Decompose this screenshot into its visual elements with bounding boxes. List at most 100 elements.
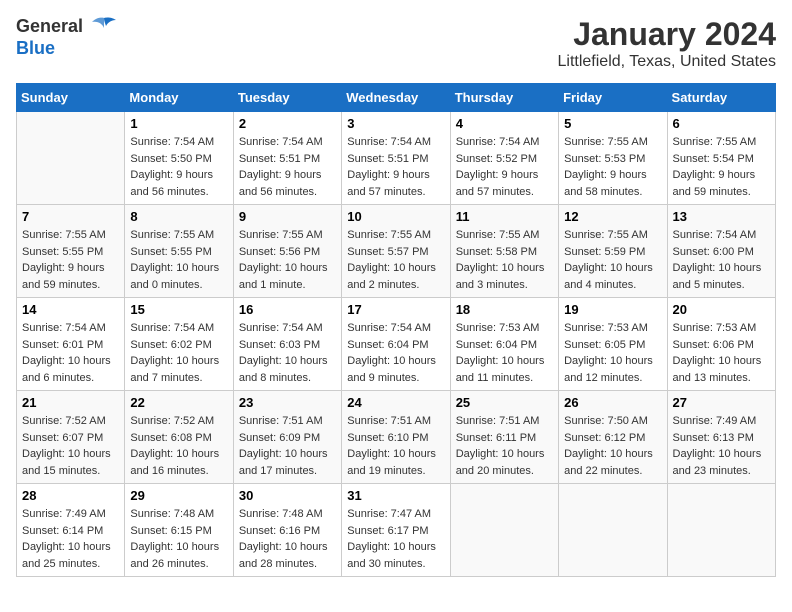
day-number: 20 xyxy=(673,302,770,317)
cell-content: Sunrise: 7:55 AMSunset: 5:58 PMDaylight:… xyxy=(456,227,553,293)
day-number: 11 xyxy=(456,209,553,224)
page-header: General Blue January 2024 Littlefield, T… xyxy=(16,16,776,71)
calendar-cell xyxy=(559,484,667,577)
day-number: 6 xyxy=(673,116,770,131)
calendar-cell: 23 Sunrise: 7:51 AMSunset: 6:09 PMDayligh… xyxy=(233,391,341,484)
cell-content: Sunrise: 7:50 AMSunset: 6:12 PMDaylight:… xyxy=(564,413,661,479)
weekday-header-row: SundayMondayTuesdayWednesdayThursdayFrid… xyxy=(17,84,776,112)
cell-content: Sunrise: 7:53 AMSunset: 6:04 PMDaylight:… xyxy=(456,320,553,386)
calendar-week-row: 14Sunrise: 7:54 AMSunset: 6:01 PMDayligh… xyxy=(17,298,776,391)
calendar-title: January 2024 xyxy=(558,16,777,53)
calendar-cell xyxy=(450,484,558,577)
calendar-cell: 1 Sunrise: 7:54 AMSunset: 5:50 PMDaylight… xyxy=(125,112,233,205)
cell-content: Sunrise: 7:54 AMSunset: 5:51 PMDaylight:… xyxy=(239,134,336,200)
title-block: January 2024 Littlefield, Texas, United … xyxy=(558,16,777,71)
day-number: 17 xyxy=(347,302,444,317)
weekday-header-thursday: Thursday xyxy=(450,84,558,112)
day-number: 18 xyxy=(456,302,553,317)
calendar-subtitle: Littlefield, Texas, United States xyxy=(558,53,777,71)
day-number: 29 xyxy=(130,488,227,503)
calendar-cell: 18 Sunrise: 7:53 AMSunset: 6:04 PMDayligh… xyxy=(450,298,558,391)
calendar-cell xyxy=(667,484,775,577)
day-number: 25 xyxy=(456,395,553,410)
calendar-cell: 19Sunrise: 7:53 AMSunset: 6:05 PMDayligh… xyxy=(559,298,667,391)
cell-content: Sunrise: 7:55 AMSunset: 5:56 PMDaylight:… xyxy=(239,227,336,293)
cell-content: Sunrise: 7:51 AMSunset: 6:09 PMDaylight:… xyxy=(239,413,336,479)
calendar-cell: 25 Sunrise: 7:51 AMSunset: 6:11 PMDayligh… xyxy=(450,391,558,484)
cell-content: Sunrise: 7:54 AMSunset: 6:01 PMDaylight:… xyxy=(22,320,119,386)
calendar-week-row: 21 Sunrise: 7:52 AMSunset: 6:07 PMDayligh… xyxy=(17,391,776,484)
day-number: 12 xyxy=(564,209,661,224)
logo-blue-text: Blue xyxy=(16,38,118,60)
calendar-week-row: 7 Sunrise: 7:55 AMSunset: 5:55 PMDaylight… xyxy=(17,205,776,298)
day-number: 15 xyxy=(130,302,227,317)
logo-bird-icon xyxy=(90,16,118,38)
calendar-cell: 5Sunrise: 7:55 AMSunset: 5:53 PMDaylight… xyxy=(559,112,667,205)
cell-content: Sunrise: 7:51 AMSunset: 6:11 PMDaylight:… xyxy=(456,413,553,479)
cell-content: Sunrise: 7:54 AMSunset: 6:02 PMDaylight:… xyxy=(130,320,227,386)
day-number: 31 xyxy=(347,488,444,503)
logo: General Blue xyxy=(16,16,118,60)
calendar-cell: 30Sunrise: 7:48 AMSunset: 6:16 PMDayligh… xyxy=(233,484,341,577)
cell-content: Sunrise: 7:48 AMSunset: 6:16 PMDaylight:… xyxy=(239,506,336,572)
cell-content: Sunrise: 7:54 AMSunset: 5:50 PMDaylight:… xyxy=(130,134,227,200)
calendar-cell: 24 Sunrise: 7:51 AMSunset: 6:10 PMDayligh… xyxy=(342,391,450,484)
cell-content: Sunrise: 7:55 AMSunset: 5:55 PMDaylight:… xyxy=(22,227,119,293)
calendar-week-row: 1 Sunrise: 7:54 AMSunset: 5:50 PMDaylight… xyxy=(17,112,776,205)
day-number: 1 xyxy=(130,116,227,131)
calendar-cell: 12 Sunrise: 7:55 AMSunset: 5:59 PMDayligh… xyxy=(559,205,667,298)
calendar-cell: 26 Sunrise: 7:50 AMSunset: 6:12 PMDayligh… xyxy=(559,391,667,484)
calendar-cell: 3Sunrise: 7:54 AMSunset: 5:51 PMDaylight… xyxy=(342,112,450,205)
calendar-week-row: 28 Sunrise: 7:49 AMSunset: 6:14 PMDayligh… xyxy=(17,484,776,577)
calendar-cell: 21 Sunrise: 7:52 AMSunset: 6:07 PMDayligh… xyxy=(17,391,125,484)
day-number: 7 xyxy=(22,209,119,224)
cell-content: Sunrise: 7:52 AMSunset: 6:08 PMDaylight:… xyxy=(130,413,227,479)
cell-content: Sunrise: 7:55 AMSunset: 5:53 PMDaylight:… xyxy=(564,134,661,200)
day-number: 21 xyxy=(22,395,119,410)
calendar-cell: 2Sunrise: 7:54 AMSunset: 5:51 PMDaylight… xyxy=(233,112,341,205)
calendar-cell: 15 Sunrise: 7:54 AMSunset: 6:02 PMDayligh… xyxy=(125,298,233,391)
cell-content: Sunrise: 7:51 AMSunset: 6:10 PMDaylight:… xyxy=(347,413,444,479)
day-number: 10 xyxy=(347,209,444,224)
cell-content: Sunrise: 7:55 AMSunset: 5:55 PMDaylight:… xyxy=(130,227,227,293)
calendar-cell xyxy=(17,112,125,205)
day-number: 27 xyxy=(673,395,770,410)
weekday-header-wednesday: Wednesday xyxy=(342,84,450,112)
calendar-cell: 11 Sunrise: 7:55 AMSunset: 5:58 PMDayligh… xyxy=(450,205,558,298)
calendar-cell: 10 Sunrise: 7:55 AMSunset: 5:57 PMDayligh… xyxy=(342,205,450,298)
day-number: 24 xyxy=(347,395,444,410)
calendar-cell: 29 Sunrise: 7:48 AMSunset: 6:15 PMDayligh… xyxy=(125,484,233,577)
day-number: 4 xyxy=(456,116,553,131)
day-number: 22 xyxy=(130,395,227,410)
calendar-cell: 6Sunrise: 7:55 AMSunset: 5:54 PMDaylight… xyxy=(667,112,775,205)
cell-content: Sunrise: 7:47 AMSunset: 6:17 PMDaylight:… xyxy=(347,506,444,572)
calendar-table: SundayMondayTuesdayWednesdayThursdayFrid… xyxy=(16,83,776,577)
calendar-cell: 28 Sunrise: 7:49 AMSunset: 6:14 PMDayligh… xyxy=(17,484,125,577)
day-number: 19 xyxy=(564,302,661,317)
day-number: 26 xyxy=(564,395,661,410)
cell-content: Sunrise: 7:55 AMSunset: 5:57 PMDaylight:… xyxy=(347,227,444,293)
day-number: 13 xyxy=(673,209,770,224)
calendar-cell: 14Sunrise: 7:54 AMSunset: 6:01 PMDayligh… xyxy=(17,298,125,391)
calendar-cell: 27 Sunrise: 7:49 AMSunset: 6:13 PMDayligh… xyxy=(667,391,775,484)
weekday-header-friday: Friday xyxy=(559,84,667,112)
cell-content: Sunrise: 7:49 AMSunset: 6:14 PMDaylight:… xyxy=(22,506,119,572)
logo-text: General xyxy=(16,16,118,38)
cell-content: Sunrise: 7:48 AMSunset: 6:15 PMDaylight:… xyxy=(130,506,227,572)
cell-content: Sunrise: 7:54 AMSunset: 5:52 PMDaylight:… xyxy=(456,134,553,200)
calendar-cell: 31 Sunrise: 7:47 AMSunset: 6:17 PMDayligh… xyxy=(342,484,450,577)
calendar-cell: 20Sunrise: 7:53 AMSunset: 6:06 PMDayligh… xyxy=(667,298,775,391)
weekday-header-monday: Monday xyxy=(125,84,233,112)
day-number: 23 xyxy=(239,395,336,410)
day-number: 9 xyxy=(239,209,336,224)
calendar-cell: 9 Sunrise: 7:55 AMSunset: 5:56 PMDaylight… xyxy=(233,205,341,298)
cell-content: Sunrise: 7:52 AMSunset: 6:07 PMDaylight:… xyxy=(22,413,119,479)
cell-content: Sunrise: 7:49 AMSunset: 6:13 PMDaylight:… xyxy=(673,413,770,479)
cell-content: Sunrise: 7:55 AMSunset: 5:59 PMDaylight:… xyxy=(564,227,661,293)
weekday-header-sunday: Sunday xyxy=(17,84,125,112)
calendar-cell: 16Sunrise: 7:54 AMSunset: 6:03 PMDayligh… xyxy=(233,298,341,391)
cell-content: Sunrise: 7:54 AMSunset: 6:04 PMDaylight:… xyxy=(347,320,444,386)
weekday-header-tuesday: Tuesday xyxy=(233,84,341,112)
calendar-cell: 22 Sunrise: 7:52 AMSunset: 6:08 PMDayligh… xyxy=(125,391,233,484)
day-number: 28 xyxy=(22,488,119,503)
